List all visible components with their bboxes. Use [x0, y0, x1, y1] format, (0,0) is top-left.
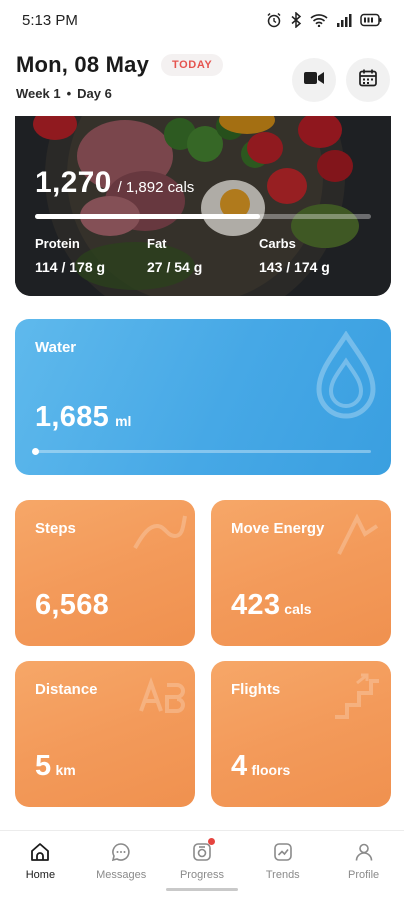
- nav-label: Profile: [347, 869, 380, 881]
- separator-dot: •: [66, 86, 72, 101]
- steps-icon: [133, 515, 187, 549]
- move-energy-card[interactable]: Move Energy 423 cals: [211, 500, 391, 646]
- steps-value-row: 6,568: [35, 589, 113, 622]
- calories-progress-bar: [35, 214, 371, 219]
- calendar-icon: [358, 68, 378, 93]
- status-bar: 5:13 PM: [0, 0, 404, 40]
- messages-icon: [108, 839, 134, 865]
- flights-unit: floors: [251, 762, 291, 778]
- macro-label: Protein: [35, 236, 80, 251]
- distance-card[interactable]: Distance 5 km: [15, 661, 195, 807]
- macro-value: 27 / 54 g: [147, 259, 203, 275]
- distance-title: Distance: [35, 681, 98, 698]
- distance-value: 5: [35, 750, 52, 782]
- signal-icon: [336, 13, 352, 27]
- flame-icon: [337, 513, 379, 555]
- nav-label: Progress: [179, 869, 224, 881]
- flights-value: 4: [231, 750, 248, 782]
- bluetooth-icon: [290, 12, 302, 28]
- home-icon: [27, 839, 53, 865]
- calories-value: 1,270: [35, 166, 112, 199]
- macro-fat: Fat 27 / 54 g: [147, 236, 259, 275]
- move-energy-value: 423: [231, 589, 281, 621]
- steps-value: 6,568: [35, 589, 110, 621]
- move-energy-title: Move Energy: [231, 520, 325, 537]
- trends-icon: [270, 839, 296, 865]
- nav-progress[interactable]: Progress: [162, 838, 242, 881]
- water-title: Water: [35, 339, 77, 356]
- macro-carbs: Carbs 143 / 174 g: [259, 236, 371, 275]
- macro-value: 143 / 174 g: [259, 259, 330, 275]
- date-row: Mon, 08 May TODAY: [16, 52, 392, 78]
- nav-label: Messages: [96, 869, 147, 881]
- macro-label: Fat: [147, 236, 167, 251]
- flights-value-row: 4 floors: [231, 750, 290, 783]
- water-progress-handle: [32, 448, 39, 455]
- water-unit: ml: [115, 413, 132, 429]
- nav-messages[interactable]: Messages: [81, 839, 161, 881]
- distance-value-row: 5 km: [35, 750, 76, 783]
- nav-label: Home: [25, 869, 56, 881]
- steps-card[interactable]: Steps 6,568: [15, 500, 195, 646]
- water-progress-bar: [32, 448, 371, 455]
- status-icons: [266, 12, 382, 28]
- nav-label: Trends: [265, 869, 300, 881]
- move-energy-value-row: 423 cals: [231, 589, 312, 622]
- status-time: 5:13 PM: [22, 11, 78, 29]
- day-label: Day 6: [77, 86, 112, 101]
- battery-icon: [360, 13, 382, 27]
- move-energy-unit: cals: [284, 601, 312, 617]
- route-icon: [139, 677, 185, 713]
- calories-goal: / 1,892 cals: [117, 179, 195, 196]
- macro-label: Carbs: [259, 236, 296, 251]
- alarm-icon: [266, 12, 282, 28]
- date-title[interactable]: Mon, 08 May: [16, 52, 149, 78]
- notification-badge: [207, 838, 215, 845]
- distance-unit: km: [55, 762, 76, 778]
- water-drop-icon: [316, 331, 376, 419]
- macros-row: Protein 114 / 178 g Fat 27 / 54 g Carbs …: [35, 236, 371, 275]
- nav-home[interactable]: Home: [0, 839, 80, 881]
- macro-value: 114 / 178 g: [35, 259, 106, 275]
- wifi-icon: [310, 13, 328, 27]
- flights-title: Flights: [231, 681, 281, 698]
- flights-card[interactable]: Flights 4 floors: [211, 661, 391, 807]
- calories-progress-fill: [35, 214, 261, 219]
- progress-icon: [189, 838, 215, 865]
- nav-trends[interactable]: Trends: [243, 839, 323, 881]
- water-value-row: 1,685 ml: [35, 401, 131, 434]
- calories-summary: 1,270 / 1,892 cals: [35, 166, 194, 200]
- week-day-row: Week 1 • Day 6: [16, 86, 392, 101]
- today-badge[interactable]: TODAY: [161, 54, 224, 76]
- water-card[interactable]: Water 1,685 ml: [15, 319, 391, 475]
- profile-icon: [351, 839, 377, 865]
- steps-title: Steps: [35, 520, 76, 537]
- calories-card[interactable]: 1,270 / 1,892 cals Protein 114 / 178 g F…: [15, 116, 391, 296]
- macro-protein: Protein 114 / 178 g: [35, 236, 147, 275]
- nav-profile[interactable]: Profile: [324, 839, 404, 881]
- week-label: Week 1: [16, 86, 61, 101]
- water-value: 1,685: [35, 401, 110, 433]
- stairs-icon: [335, 673, 379, 719]
- video-icon: [303, 70, 325, 91]
- home-indicator: [166, 888, 238, 891]
- video-button[interactable]: [292, 58, 336, 102]
- header: Mon, 08 May TODAY Week 1 • Day 6: [16, 52, 392, 108]
- calendar-button[interactable]: [346, 58, 390, 102]
